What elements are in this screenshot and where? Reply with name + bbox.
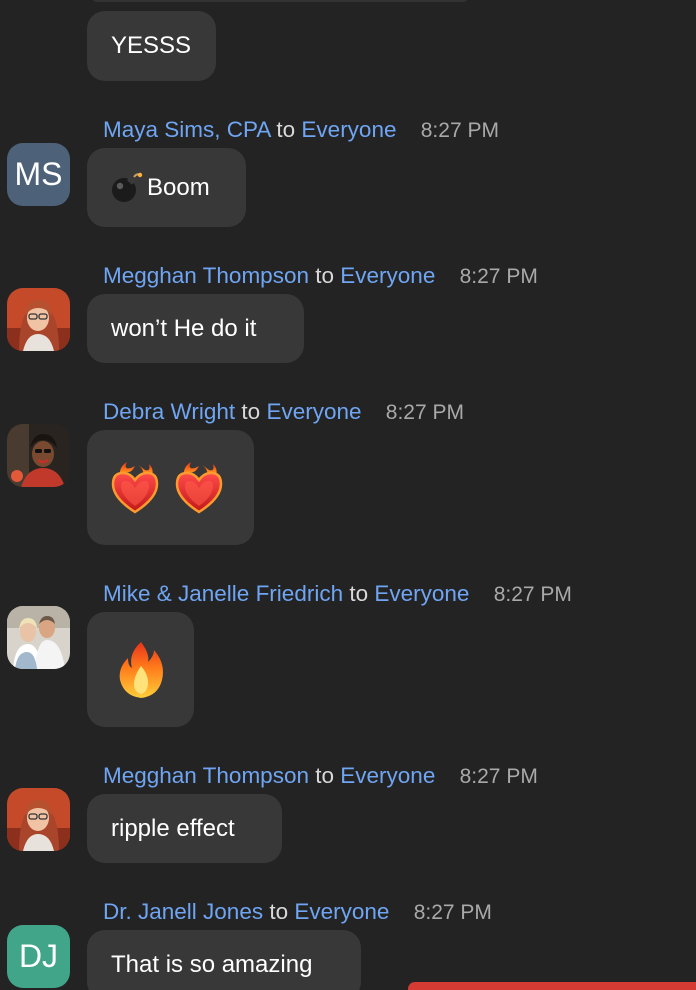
recipient-name[interactable]: Everyone [294,899,389,924]
recipient-name[interactable]: Everyone [340,263,435,288]
to-label: to [276,117,296,142]
fire-icon [119,641,163,698]
message-bubble: That is so amazing [87,930,361,990]
sender-name[interactable]: Mike & Janelle Friedrich [103,581,343,606]
recipient-name[interactable]: Everyone [301,117,396,142]
heart-on-fire-icon [111,461,159,513]
emoji-row [107,460,227,516]
to-label: to [315,263,335,288]
message-time: 8:27 PM [493,583,572,606]
notification-bar[interactable] [408,982,696,990]
message-header: Megghan Thompson to Everyone 8:27 PM [103,263,538,290]
profile-photo [7,424,70,487]
previous-bubble-edge [90,0,470,2]
message-text: Boom [147,173,210,201]
message-bubble [87,430,254,545]
to-label: to [315,763,335,788]
avatar[interactable] [7,606,70,669]
avatar-initials: DJ [18,938,59,974]
recipient-name[interactable]: Everyone [374,581,469,606]
sender-name[interactable]: Dr. Janell Jones [103,899,263,924]
message-header: Mike & Janelle Friedrich to Everyone 8:2… [103,581,572,608]
sender-name[interactable]: Debra Wright [103,399,235,424]
message-header: Megghan Thompson to Everyone 8:27 PM [103,763,538,790]
message-text: That is so amazing [111,951,313,978]
to-label: to [349,581,369,606]
avatar[interactable]: DJ [7,925,70,988]
message-header: Debra Wright to Everyone 8:27 PM [103,399,464,426]
profile-photo [7,288,70,351]
message-text: ripple effect [111,814,235,842]
avatar[interactable] [7,288,70,351]
message-bubble: won’t He do it [87,294,304,363]
avatar[interactable]: MS [7,143,70,206]
sender-name[interactable]: Megghan Thompson [103,263,309,288]
message-header: Dr. Janell Jones to Everyone 8:27 PM [103,899,492,926]
recipient-name[interactable]: Everyone [340,763,435,788]
sender-name[interactable]: Megghan Thompson [103,763,309,788]
avatar[interactable] [7,788,70,851]
avatar-initials: MS [14,156,63,192]
message-header: Maya Sims, CPA to Everyone 8:27 PM [103,117,499,144]
message-bubble: YESSS [87,11,216,81]
profile-photo [7,788,70,851]
bomb-icon [112,172,143,202]
recipient-name[interactable]: Everyone [266,399,361,424]
profile-photo [7,606,70,669]
message-bubble: Boom [87,148,246,227]
message-bubble [87,612,194,727]
message-time: 8:27 PM [420,119,499,142]
chat-panel[interactable]: YESSS Maya Sims, CPA to Everyone 8:27 PM… [0,0,696,990]
sender-name[interactable]: Maya Sims, CPA [103,117,270,142]
message-time: 8:27 PM [385,401,464,424]
message-bubble: ripple effect [87,794,282,863]
avatar[interactable] [7,424,70,487]
heart-on-fire-icon [175,461,223,513]
message-text: won’t He do it [111,314,257,342]
to-label: to [269,899,289,924]
message-time: 8:27 PM [413,901,492,924]
message-time: 8:27 PM [459,265,538,288]
message-time: 8:27 PM [459,765,538,788]
to-label: to [241,399,261,424]
message-text: YESSS [111,32,192,59]
